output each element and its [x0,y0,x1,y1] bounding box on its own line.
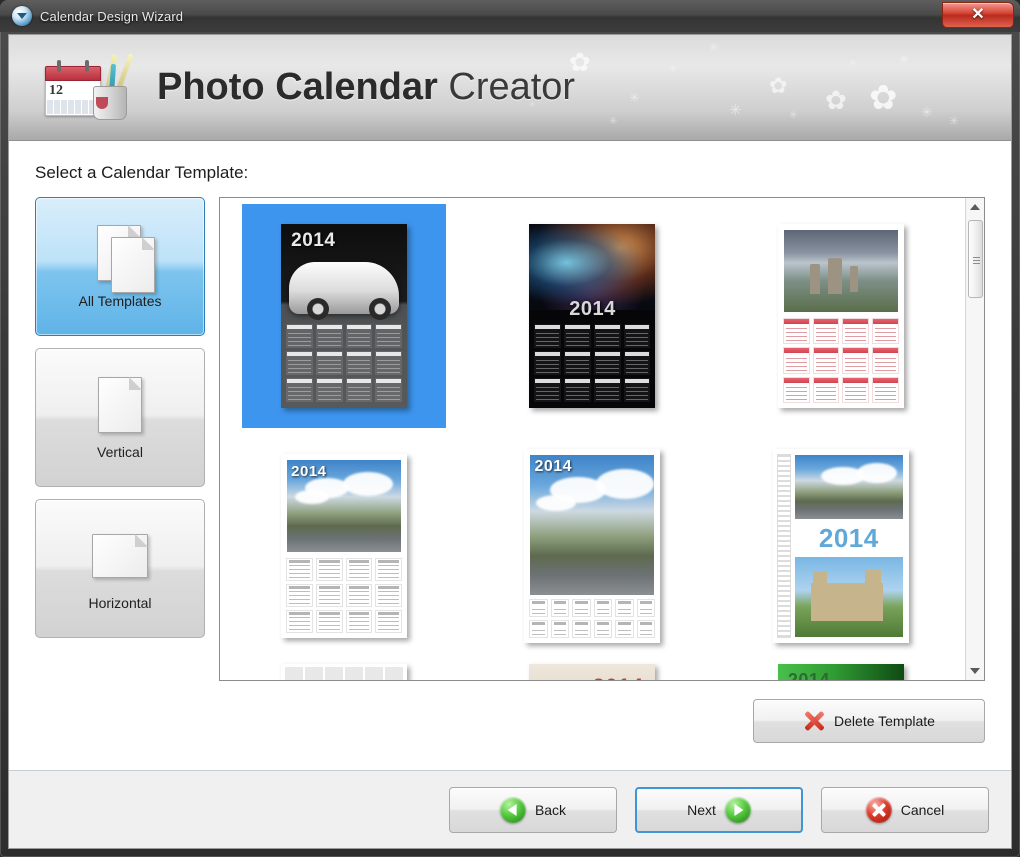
snowflake-icon: ✳ [949,114,960,128]
wizard-globe-icon [12,6,32,26]
cancel-button-label: Cancel [900,801,945,818]
logo-calendar-day: 12 [49,82,63,98]
green-right-arrow-icon [724,796,751,823]
title-bar: Calendar Design Wizard ✕ [0,0,1020,32]
sidebar-item-horizontal[interactable]: Horizontal [35,499,205,638]
template-year-label: 2014 [593,674,644,680]
brand-header: ✿ ✳ ✳ ✳ ✳ ✿ ✳ ✿ ✳ ✿ ✳ ✳ ✳ ✳ ✳ 12 Photo Calendar Creato… [9,35,1011,141]
back-button-label: Back [534,801,567,818]
template-thumbnail-road-wide[interactable]: 2014 [490,434,694,658]
brand-title-bold: Photo Calendar [157,66,438,108]
sidebar-item-vertical[interactable]: Vertical [35,348,205,487]
wizard-footer: Back Next Cancel [9,770,1011,848]
snowflake-icon: ✳ [849,58,857,68]
snowflake-icon: ✳ [709,42,719,54]
scrollbar-grip-icon [972,255,980,264]
template-thumbnail-space[interactable]: 2014 [490,204,694,428]
template-thumbnail-green[interactable]: 2014 [739,664,943,680]
client-area: ✿ ✳ ✳ ✳ ✳ ✿ ✳ ✿ ✳ ✿ ✳ ✳ ✳ ✳ ✳ 12 Photo Calendar Creato… [8,34,1012,849]
cancel-button[interactable]: Cancel [821,786,989,833]
scroll-up-arrow[interactable] [967,198,984,216]
green-left-arrow-icon [499,796,526,823]
sidebar-item-all-templates[interactable]: All Templates [35,197,205,336]
template-thumbnail-coast[interactable] [739,204,943,428]
template-thumbnail-beige[interactable]: 2014 [490,664,694,680]
template-year-label: 2014 [818,523,879,553]
snowflake-icon: ✿ [825,85,847,115]
templates-grid: 2014 2014 2014 2014 2014 2014 [220,204,965,680]
snowflake-icon: ✿ [869,79,898,117]
content-row: All Templates Vertical Horizontal 2014 2… [35,197,985,681]
back-button[interactable]: Back [449,786,617,833]
delete-template-button[interactable]: Delete Template [753,699,985,743]
snowflake-icon: ✳ [921,104,933,120]
snowflake-icon: ✳ [899,52,910,66]
snowflake-icon: ✳ [629,90,640,105]
portrait-page-icon [97,376,143,434]
templates-scroll-area: 2014 2014 2014 2014 2014 2014 [220,198,965,680]
window-title: Calendar Design Wizard [40,8,184,24]
sidebar-item-label: Vertical [97,443,143,460]
calendar-with-brushes-icon: 12 [43,52,135,124]
sidebar-item-label: Horizontal [88,594,152,611]
scrollbar-thumb[interactable] [967,220,983,298]
red-x-circle-icon [865,796,892,823]
application-window: Calendar Design Wizard ✕ ✿ ✳ ✳ ✳ ✳ ✿ ✳ ✿ ✳ ✿ ✳ ✳ ✳ ✳ ✳… [0,0,1020,857]
template-year-label: 2014 [787,670,830,680]
two-pages-icon [97,224,155,293]
template-thumbnail-car[interactable]: 2014 [242,204,447,428]
template-year-label: 2014 [569,298,616,320]
snowflake-icon: ✳ [729,102,742,119]
scroll-down-arrow[interactable] [967,662,984,680]
section-title: Select a Calendar Template: [35,163,249,182]
page-title: Photo Calendar Creator [157,66,575,109]
scrollbar-track[interactable] [967,216,984,662]
template-year-label: 2014 [534,458,573,475]
snowflake-icon: ✳ [609,116,618,127]
sidebar-item-label: All Templates [78,292,162,309]
close-button[interactable]: ✕ [942,2,1014,28]
snowflake-icon: ✿ [769,73,788,98]
next-button[interactable]: Next [635,786,803,833]
close-icon: ✕ [971,6,985,23]
category-sidebar: All Templates Vertical Horizontal [35,197,205,681]
red-x-icon [803,710,825,732]
next-button-label: Next [687,801,716,818]
templates-scrollbar[interactable] [965,198,984,680]
template-thumbnail-road-grid[interactable]: 2014 [242,434,446,658]
template-year-label: 2014 [291,230,336,251]
landscape-page-icon [92,527,148,585]
template-thumbnail-castle[interactable]: 2014 [739,434,943,658]
template-year-label: 2014 [291,463,327,480]
snowflake-icon: ✳ [789,110,798,121]
delete-template-label: Delete Template [834,713,935,729]
brand-title-light: Creator [437,66,576,108]
delete-row: Delete Template [35,681,985,743]
snowflake-icon: ✳ [669,64,677,74]
template-thumbnail-blue-banner[interactable]: 2014 [242,664,446,680]
main-content: Select a Calendar Template: All Template… [9,141,1011,770]
templates-panel: 2014 2014 2014 2014 2014 2014 [219,197,985,681]
